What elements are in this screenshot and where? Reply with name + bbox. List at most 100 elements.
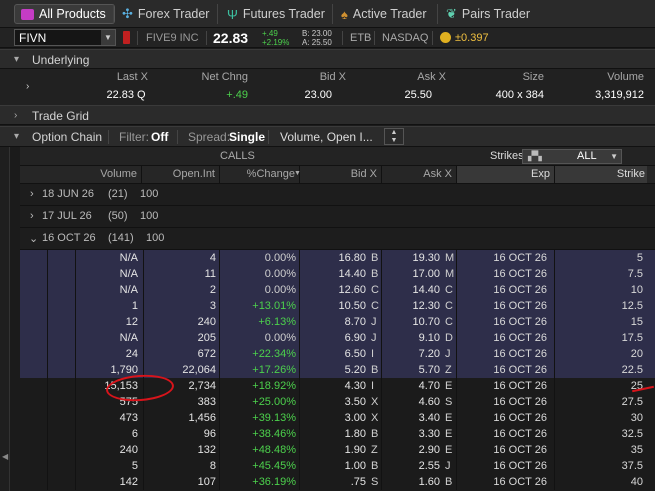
tab-forex-trader[interactable]: ✣ Forex Trader xyxy=(122,4,209,24)
cell-ask[interactable]: 17.00 xyxy=(382,266,444,282)
cell-bid[interactable]: 1.00 xyxy=(300,458,370,474)
col-net-change: Net Chng xyxy=(201,71,248,83)
option-row[interactable]: N/A 205 0.00% 6.90 J 9.10 D 16 OCT 26 17.5 xyxy=(20,330,655,346)
tab-label: Active Trader xyxy=(352,7,427,21)
option-row[interactable]: 6 96 +38.46% 1.80 B 3.30 E 16 OCT 26 32.5 xyxy=(20,426,655,442)
option-row[interactable]: N/A 11 0.00% 14.40 B 17.00 M 16 OCT 26 7.5 xyxy=(20,266,655,282)
cell-bid[interactable]: 8.70 xyxy=(300,314,370,330)
cell-bid[interactable]: 16.80 xyxy=(300,250,370,266)
tab-all-products[interactable]: All Products xyxy=(14,4,115,24)
filter-value[interactable]: Off xyxy=(151,130,168,144)
cell-ask[interactable]: 1.60 xyxy=(382,474,444,490)
cell-strike: 17.5 xyxy=(621,332,643,344)
option-row[interactable]: 1 3 +13.01% 10.50 C 12.30 C 16 OCT 26 12.5 xyxy=(20,298,655,314)
cell-pct-change: 0.00% xyxy=(264,268,296,280)
symbol-value: FIVN xyxy=(19,30,47,45)
expiration-group-oct[interactable]: ⌄ 16 OCT 26 (141) 100 xyxy=(20,228,655,250)
cell-exp: 16 OCT 26 xyxy=(493,380,547,392)
alert-flag-icon[interactable] xyxy=(123,31,130,44)
ask-quote: A: 25.50 xyxy=(302,38,332,47)
col-ask: Ask X xyxy=(417,71,446,83)
option-row[interactable]: 24 672 +22.34% 6.50 I 7.20 J 16 OCT 26 20 xyxy=(20,346,655,362)
cell-bid[interactable]: 3.50 xyxy=(300,394,370,410)
exchange-label: NASDAQ xyxy=(382,32,429,44)
layout-stepper[interactable]: ▲ ▼ xyxy=(384,128,404,145)
option-row[interactable]: 142 107 +36.19% .75 S 1.60 B 16 OCT 26 40 xyxy=(20,474,655,490)
option-row[interactable]: N/A 4 0.00% 16.80 B 19.30 M 16 OCT 26 5 xyxy=(20,250,655,266)
cell-ask[interactable]: 12.30 xyxy=(382,298,444,314)
option-chain-section-header: ▾ Option Chain Filter: Off Spread: Singl… xyxy=(0,126,655,147)
cell-bid[interactable]: 3.00 xyxy=(300,410,370,426)
cell-exp: 16 OCT 26 xyxy=(493,396,547,408)
cell-ask[interactable]: 3.40 xyxy=(382,410,444,426)
cell-bid-x: I xyxy=(371,380,375,392)
trade-grid-section-header[interactable]: › Trade Grid xyxy=(0,105,655,125)
cell-volume: 142 xyxy=(119,476,138,488)
cell-ask[interactable]: 5.70 xyxy=(382,362,444,378)
cell-ask-x: J xyxy=(445,348,451,360)
col-strike[interactable]: Strike xyxy=(555,166,647,183)
cell-ask-x: Z xyxy=(445,364,452,376)
option-row[interactable]: 240 132 +48.48% 1.90 Z 2.90 E 16 OCT 26 35 xyxy=(20,442,655,458)
tab-pairs-trader[interactable]: ❦ Pairs Trader xyxy=(446,4,530,24)
cell-volume: N/A xyxy=(119,284,138,296)
cell-bid-x: X xyxy=(371,412,379,424)
option-row[interactable]: 1,790 22,064 +17.26% 5.20 B 5.70 Z 16 OCT 26 22.… xyxy=(20,362,655,378)
cell-volume: 1 xyxy=(131,300,138,312)
col-pct-change[interactable]: %Change xyxy=(220,166,300,183)
cell-ask[interactable]: 2.55 xyxy=(382,458,444,474)
underlying-section-header[interactable]: ▾ Underlying xyxy=(0,49,655,69)
cell-pct-change: +36.19% xyxy=(252,476,296,488)
option-row[interactable]: 5 8 +45.45% 1.00 B 2.55 J 16 OCT 26 37.5 xyxy=(20,458,655,474)
strikes-selector[interactable]: ▞▚ ALL ▼ xyxy=(522,149,622,164)
cell-ask[interactable]: 4.60 xyxy=(382,394,444,410)
cell-ask[interactable]: 14.40 xyxy=(382,282,444,298)
cell-bid[interactable]: 6.90 xyxy=(300,330,370,346)
cell-bid[interactable]: 10.50 xyxy=(300,298,370,314)
cell-bid[interactable]: 12.60 xyxy=(300,282,370,298)
cell-bid[interactable]: 4.30 xyxy=(300,378,370,394)
col-exp[interactable]: Exp xyxy=(457,166,555,183)
cell-bid-x: B xyxy=(371,364,379,376)
cell-bid[interactable]: .75 xyxy=(300,474,370,490)
cell-bid[interactable]: 5.20 xyxy=(300,362,370,378)
option-chain-table: ◀ CALLS Strikes: ▞▚ ALL ▼ Volume Open.In… xyxy=(0,147,655,491)
option-row[interactable]: N/A 2 0.00% 12.60 C 14.40 C 16 OCT 26 10 xyxy=(20,282,655,298)
cell-bid-x: X xyxy=(371,396,379,408)
cell-ask[interactable]: 10.70 xyxy=(382,314,444,330)
col-open-int[interactable]: Open.Int xyxy=(144,166,220,183)
cell-bid[interactable]: 6.50 xyxy=(300,346,370,362)
underlying-net: +.49 xyxy=(226,89,248,101)
cell-ask[interactable]: 3.30 xyxy=(382,426,444,442)
cell-bid[interactable]: 1.80 xyxy=(300,426,370,442)
expiration-group-jun[interactable]: › 18 JUN 26 (21) 100 xyxy=(20,184,655,206)
tab-futures-trader[interactable]: Ψ Futures Trader xyxy=(227,4,325,24)
cell-bid[interactable]: 1.90 xyxy=(300,442,370,458)
spread-value[interactable]: Single xyxy=(229,130,265,144)
tab-active-trader[interactable]: ♠ Active Trader xyxy=(341,4,427,24)
expiration-group-jul[interactable]: › 17 JUL 26 (50) 100 xyxy=(20,206,655,228)
col-bid[interactable]: Bid X xyxy=(300,166,382,183)
bid-quote: B: 23.00 xyxy=(302,29,332,38)
cell-ask[interactable]: 9.10 xyxy=(382,330,444,346)
cell-ask[interactable]: 2.90 xyxy=(382,442,444,458)
cell-ask[interactable]: 4.70 xyxy=(382,378,444,394)
symbol-selector[interactable]: FIVN ▼ xyxy=(14,29,116,46)
cell-exp: 16 OCT 26 xyxy=(493,460,547,472)
option-row[interactable]: 473 1,456 +39.13% 3.00 X 3.40 E 16 OCT 26 30 xyxy=(20,410,655,426)
col-ask[interactable]: Ask X xyxy=(382,166,457,183)
col-volume[interactable]: Volume xyxy=(76,166,142,183)
side-expand-icon[interactable]: ◀ xyxy=(2,452,8,461)
cell-ask-x: S xyxy=(445,396,453,408)
layout-selector[interactable]: Volume, Open I... xyxy=(280,130,373,144)
chevron-down-icon[interactable]: ▾ xyxy=(14,131,19,142)
cell-strike: 30 xyxy=(630,412,643,424)
cell-open-int: 2 xyxy=(209,284,216,296)
cell-exp: 16 OCT 26 xyxy=(493,444,547,456)
cell-ask[interactable]: 19.30 xyxy=(382,250,444,266)
cell-ask[interactable]: 7.20 xyxy=(382,346,444,362)
option-row[interactable]: 12 240 +6.13% 8.70 J 10.70 C 16 OCT 26 15 xyxy=(20,314,655,330)
cell-bid[interactable]: 14.40 xyxy=(300,266,370,282)
cell-ask-x: M xyxy=(445,268,455,280)
cell-exp: 16 OCT 26 xyxy=(493,348,547,360)
